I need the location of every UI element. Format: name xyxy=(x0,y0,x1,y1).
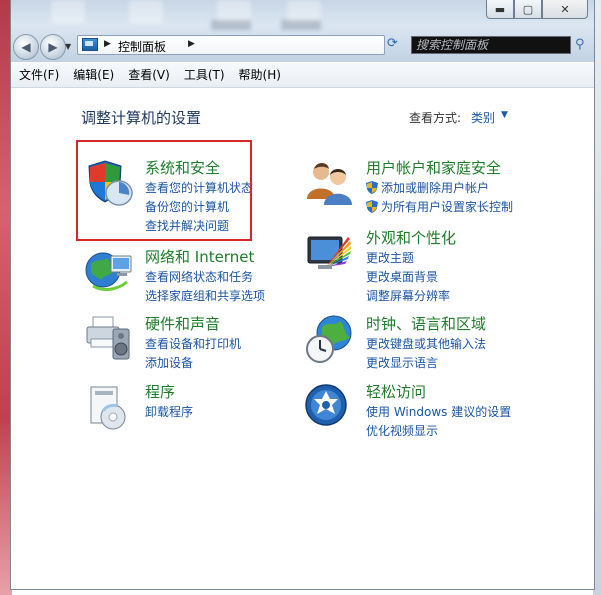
maximize-icon: ▢ xyxy=(522,2,534,16)
link-change-display-language[interactable]: 更改显示语言 xyxy=(366,354,438,371)
menu-bar: 文件(F) 编辑(E) 查看(V) 工具(T) 帮助(H) xyxy=(11,62,594,88)
page-title: 调整计算机的设置 xyxy=(81,109,202,127)
view-by-dropdown[interactable]: 类别 xyxy=(471,109,495,126)
recent-pages-dropdown[interactable]: ▼ xyxy=(65,42,71,51)
link-devices-printers[interactable]: 查看设备和打印机 xyxy=(145,335,241,352)
category-title[interactable]: 轻松访问 xyxy=(366,381,426,402)
minimize-button[interactable]: ▬ xyxy=(486,0,514,19)
breadcrumb-chevron-icon[interactable]: ▶ xyxy=(188,39,195,49)
link-parental-controls[interactable]: 为所有用户设置家长控制 xyxy=(366,198,513,215)
menu-help[interactable]: 帮助(H) xyxy=(239,66,281,83)
caption-buttons: ▬ ▢ ✕ xyxy=(486,0,588,19)
link-add-remove-accounts[interactable]: 添加或删除用户帐户 xyxy=(366,179,489,196)
refresh-icon[interactable]: ⟳ xyxy=(387,36,398,51)
search-icon[interactable]: ⚲ xyxy=(575,37,585,52)
highlight-annotation-box xyxy=(76,140,252,241)
back-button[interactable]: ◀ xyxy=(13,34,39,60)
blurred-desktop-icon xyxy=(129,0,163,24)
breadcrumb-control-panel[interactable]: 控制面板 xyxy=(118,38,166,55)
users-icon[interactable] xyxy=(304,157,356,209)
network-globe-icon[interactable] xyxy=(83,246,135,298)
link-change-theme[interactable]: 更改主题 xyxy=(366,249,414,266)
forward-button[interactable]: ▶ xyxy=(40,34,66,60)
close-icon: ✕ xyxy=(560,2,570,16)
blurred-desktop-label xyxy=(211,20,251,30)
menu-edit[interactable]: 编辑(E) xyxy=(73,66,114,83)
chevron-down-icon[interactable]: ▼ xyxy=(501,110,508,120)
link-homegroup-sharing[interactable]: 选择家庭组和共享选项 xyxy=(145,287,265,304)
ease-of-access-icon[interactable] xyxy=(304,381,356,433)
category-title[interactable]: 网络和 Internet xyxy=(145,246,254,267)
link-uninstall-program[interactable]: 卸载程序 xyxy=(145,403,193,420)
uac-shield-icon xyxy=(366,181,378,194)
uac-shield-icon xyxy=(366,200,378,213)
link-screen-resolution[interactable]: 调整屏幕分辨率 xyxy=(366,287,450,304)
blurred-desktop-label xyxy=(281,20,321,30)
link-network-status[interactable]: 查看网络状态和任务 xyxy=(145,268,253,285)
forward-arrow-icon: ▶ xyxy=(48,40,58,54)
link-add-device[interactable]: 添加设备 xyxy=(145,354,193,371)
view-by-label: 查看方式: xyxy=(409,111,462,125)
color-palette-monitor-icon[interactable] xyxy=(304,227,356,279)
minimize-icon: ▬ xyxy=(494,2,506,16)
window-frame: ▬ ▢ ✕ ◀ ▶ ▼ ▶ 控制面板 ▶ ▼ ⟳ 搜索控制面板 ⚲ xyxy=(11,0,594,62)
close-button[interactable]: ✕ xyxy=(542,0,588,19)
menu-file[interactable]: 文件(F) xyxy=(19,66,59,83)
menu-view[interactable]: 查看(V) xyxy=(128,66,170,83)
main-content: 调整计算机的设置 查看方式: 类别 ▼ 系统和安全 查看您的计算机状态 备份您的… xyxy=(11,89,594,589)
category-title[interactable]: 程序 xyxy=(145,381,175,402)
back-arrow-icon: ◀ xyxy=(21,40,31,54)
category-title[interactable]: 用户帐户和家庭安全 xyxy=(366,157,501,178)
programs-icon[interactable] xyxy=(83,381,135,433)
blurred-desktop-icon xyxy=(51,0,85,24)
address-bar[interactable]: ▶ 控制面板 ▶ ▼ xyxy=(77,35,436,55)
control-panel-window: ▬ ▢ ✕ ◀ ▶ ▼ ▶ 控制面板 ▶ ▼ ⟳ 搜索控制面板 ⚲ 文件(F) … xyxy=(10,0,595,590)
search-input[interactable]: 搜索控制面板 xyxy=(411,36,571,54)
category-title[interactable]: 外观和个性化 xyxy=(366,227,456,248)
navigation-bar: ◀ ▶ ▼ ▶ 控制面板 ▶ ▼ ⟳ 搜索控制面板 ⚲ xyxy=(13,34,591,60)
menu-tools[interactable]: 工具(T) xyxy=(184,66,225,83)
link-text[interactable]: 为所有用户设置家长控制 xyxy=(381,200,513,214)
link-change-input-method[interactable]: 更改键盘或其他输入法 xyxy=(366,335,486,352)
clock-globe-icon[interactable] xyxy=(304,313,356,365)
link-text[interactable]: 添加或删除用户帐户 xyxy=(381,181,489,195)
category-title[interactable]: 时钟、语言和区域 xyxy=(366,313,486,334)
link-recommended-settings[interactable]: 使用 Windows 建议的设置 xyxy=(366,403,511,420)
printer-icon[interactable] xyxy=(83,313,135,365)
breadcrumb-chevron-icon[interactable]: ▶ xyxy=(104,39,111,49)
control-panel-icon xyxy=(82,38,98,51)
link-optimize-visual-display[interactable]: 优化视频显示 xyxy=(366,422,438,439)
category-title[interactable]: 硬件和声音 xyxy=(145,313,220,334)
link-change-background[interactable]: 更改桌面背景 xyxy=(366,268,438,285)
maximize-button[interactable]: ▢ xyxy=(514,0,542,19)
